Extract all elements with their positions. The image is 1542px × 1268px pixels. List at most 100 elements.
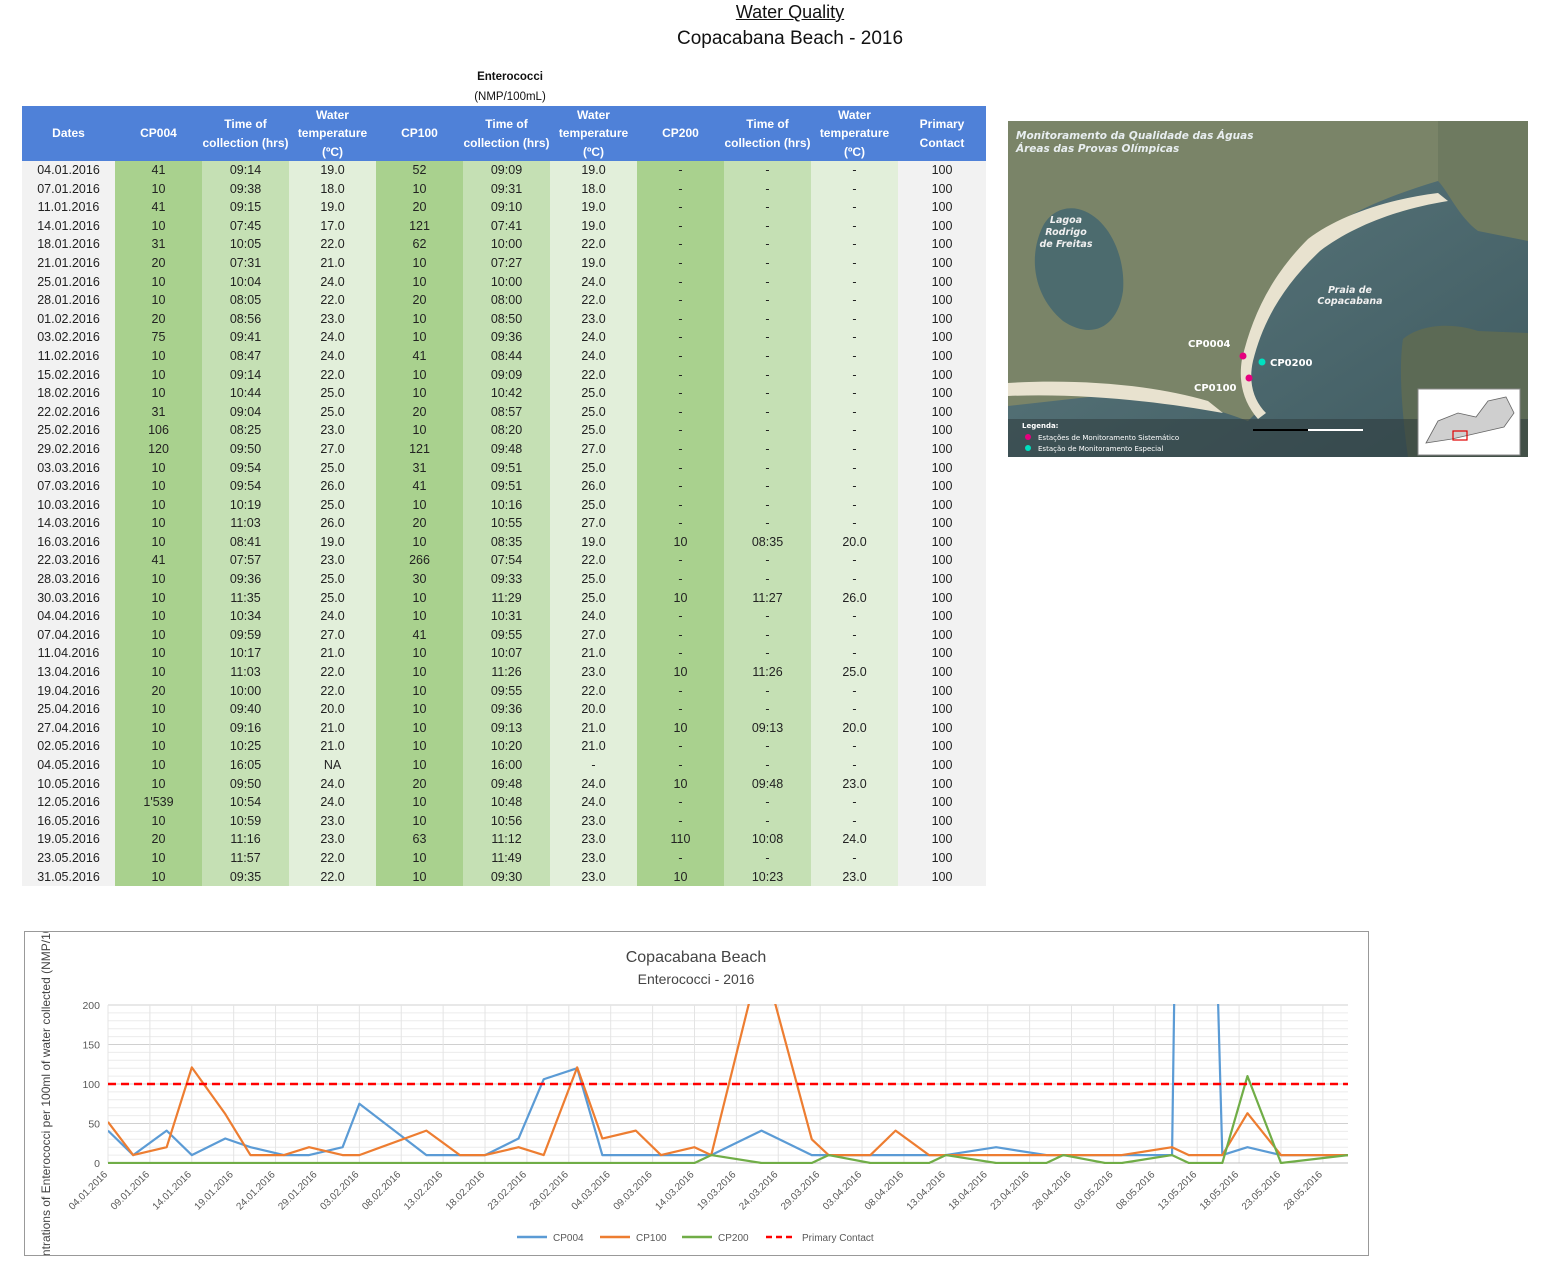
table-cell: 09:48	[724, 774, 811, 794]
station-cp0100-marker	[1245, 374, 1253, 382]
table-cell: 100	[898, 458, 986, 478]
table-cell: -	[724, 681, 811, 701]
table-cell: -	[811, 384, 898, 403]
table-cell: -	[724, 402, 811, 422]
table-row: 18.02.2016 10 10:44 25.0 10 10:42 25.0- - -100	[22, 384, 986, 403]
table-cell: 100	[898, 588, 986, 608]
table-cell: 20	[115, 830, 202, 849]
table-cell: 106	[115, 421, 202, 440]
table-cell: -	[724, 495, 811, 515]
chart-x-tick-label: 18.05.2016	[1198, 1169, 1241, 1212]
table-cell: 21.0	[550, 737, 637, 756]
table-cell: 26.0	[289, 477, 376, 496]
table-row: 25.04.2016 10 09:40 20.0 10 09:36 20.0- - -100	[22, 700, 986, 719]
table-cell: 62	[376, 235, 463, 254]
chart-y-tick-label: 150	[82, 1040, 100, 1052]
table-cell: 20	[115, 309, 202, 329]
table-cell: 25.0	[811, 663, 898, 682]
legend-label: CP004	[553, 1233, 584, 1244]
table-cell: 10:31	[463, 607, 550, 626]
table-cell: -	[811, 272, 898, 292]
table-cell: 09:51	[463, 458, 550, 478]
table-cell: 17.0	[289, 216, 376, 236]
table-cell: -	[637, 253, 724, 273]
table-cell: 10:54	[202, 793, 289, 812]
table-cell: 10	[376, 421, 463, 440]
table-cell: 01.02.2016	[22, 309, 115, 329]
table-cell: 13.04.2016	[22, 663, 115, 682]
table-cell: 09:40	[202, 700, 289, 719]
table-cell: 27.04.2016	[22, 718, 115, 738]
table-cell: 100	[898, 216, 986, 236]
table-cell: -	[811, 421, 898, 440]
table-cell: 24.0	[811, 830, 898, 849]
table-cell: 25.0	[289, 384, 376, 403]
chart-y-tick-label: 50	[88, 1119, 100, 1131]
table-cell: 09:14	[202, 161, 289, 180]
chart-x-tick-label: 23.02.2016	[486, 1169, 529, 1212]
chart-x-tick-label: 24.03.2016	[737, 1169, 780, 1212]
table-cell: 10:48	[463, 793, 550, 812]
table-cell: -	[811, 607, 898, 626]
table-cell: -	[811, 570, 898, 589]
map-title-1: Monitoramento da Qualidade das Águas	[1016, 129, 1253, 142]
table-cell: 21.0	[289, 737, 376, 756]
table-cell: 10:44	[202, 384, 289, 403]
table-cell: 10:08	[724, 830, 811, 849]
table-cell: 25.0	[289, 495, 376, 515]
monitoring-map: Monitoramento da Qualidade das Águas Áre…	[1008, 121, 1528, 457]
table-cell: -	[724, 570, 811, 589]
table-cell: 21.0	[289, 718, 376, 738]
table-cell: -	[724, 551, 811, 571]
legend-special-icon	[1025, 445, 1031, 451]
table-cell: 24.0	[289, 328, 376, 347]
table-cell: -	[811, 811, 898, 831]
table-cell: 25.0	[550, 588, 637, 608]
table-cell: 10	[376, 718, 463, 738]
table-cell: -	[811, 161, 898, 180]
table-cell: 23.0	[550, 309, 637, 329]
chart-y-axis-label: Concentrations of Enterococci per 100ml …	[39, 932, 53, 1255]
table-cell: -	[811, 458, 898, 478]
table-cell: 23.0	[550, 848, 637, 868]
table-cell: 21.01.2016	[22, 253, 115, 273]
table-cell: 25.0	[550, 458, 637, 478]
table-cell: 11:16	[202, 830, 289, 849]
station-cp0004-marker	[1239, 352, 1247, 360]
table-cell: 15.02.2016	[22, 365, 115, 385]
table-cell: 19.0	[550, 216, 637, 236]
table-cell: -	[811, 179, 898, 199]
table-cell: 10	[376, 253, 463, 273]
table-cell: 10	[115, 848, 202, 868]
table-cell: 10:00	[463, 235, 550, 254]
table-cell: 07.01.2016	[22, 179, 115, 199]
table-cell: -	[811, 439, 898, 459]
legend-systematic-icon	[1025, 434, 1031, 440]
chart-x-tick-label: 13.05.2016	[1156, 1169, 1199, 1212]
legend-label: CP100	[636, 1233, 667, 1244]
chart-x-tick-label: 28.04.2016	[1030, 1169, 1073, 1212]
enterococci-unit-label: (NMP/100mL)	[474, 91, 546, 103]
table-cell: 10	[376, 532, 463, 552]
table-cell: 100	[898, 198, 986, 217]
table-cell: 21.0	[550, 644, 637, 664]
table-cell: 09:30	[463, 867, 550, 887]
table-cell: 04.04.2016	[22, 607, 115, 626]
chart-x-tick-label: 08.05.2016	[1114, 1169, 1157, 1212]
table-cell: 20	[376, 514, 463, 533]
table-cell: 10	[115, 811, 202, 831]
chart-x-tick-label: 03.05.2016	[1072, 1169, 1115, 1212]
table-cell: -	[724, 365, 811, 385]
table-cell: 08:35	[463, 532, 550, 552]
table-cell: 27.0	[550, 625, 637, 645]
chart-x-tick-label: 23.04.2016	[989, 1169, 1032, 1212]
table-cell: 100	[898, 830, 986, 849]
table-cell: -	[724, 198, 811, 217]
map-lagoon-label-1: Lagoa	[1050, 215, 1082, 226]
table-cell: 07:45	[202, 216, 289, 236]
table-cell: -	[637, 477, 724, 496]
station-cp0004-label: CP0004	[1188, 339, 1231, 350]
table-cell: 21.0	[550, 718, 637, 738]
table-cell: 10	[376, 663, 463, 682]
page-subtitle: Copacabana Beach - 2016	[676, 28, 904, 49]
